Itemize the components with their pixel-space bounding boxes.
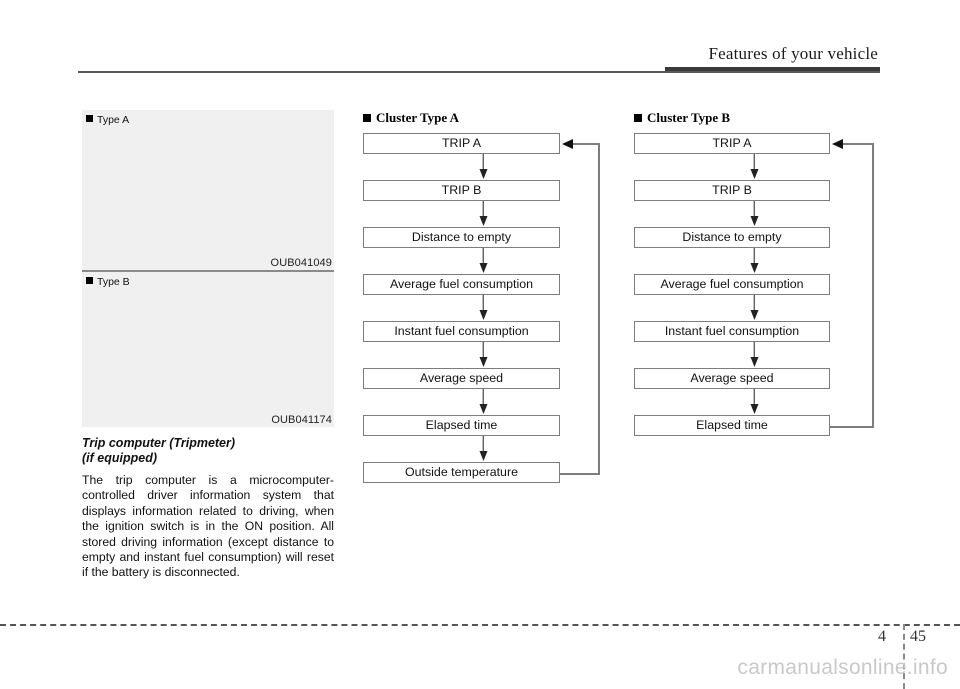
cluster-type-a-flowchart: Cluster Type A TRIP A TRIP B Distance to…	[363, 110, 603, 483]
square-bullet-icon	[363, 114, 371, 122]
figure-type-a-label-text: Type A	[97, 114, 130, 126]
flow-step-box: Outside temperature	[363, 462, 560, 483]
flow-step-box: Average fuel consumption	[363, 274, 560, 295]
figure-type-b-code: OUB041174	[271, 414, 332, 426]
figure-type-b-label-text: Type B	[97, 276, 130, 288]
watermark: carmanualsonline.info	[737, 656, 948, 679]
cluster-type-b-flowchart: Cluster Type B TRIP A TRIP B Distance to…	[634, 110, 874, 436]
cluster-type-b-title-text: Cluster Type B	[647, 110, 731, 125]
footer-divider	[0, 624, 960, 626]
figure-type-a: Type A OUB041049	[82, 110, 334, 270]
square-bullet-icon	[86, 277, 93, 284]
flow-step-box: TRIP A	[363, 133, 560, 154]
page-title: Features of your vehicle	[708, 44, 878, 63]
flow-step-box: TRIP B	[363, 180, 560, 201]
flow-step-box: Average fuel consumption	[634, 274, 830, 295]
body-paragraph: The trip computer is a microcomputer-con…	[82, 473, 334, 580]
cluster-type-a-steps: TRIP A TRIP B Distance to empty Average …	[363, 133, 603, 483]
flow-step-box: Average speed	[363, 368, 560, 389]
cluster-type-b-steps: TRIP A TRIP B Distance to empty Average …	[634, 133, 874, 436]
header-rule	[78, 71, 880, 73]
page-number: 45	[910, 628, 926, 645]
figure-type-a-code: OUB041049	[270, 257, 332, 269]
flow-step-box: Elapsed time	[363, 415, 560, 436]
left-column: Type A OUB041049 Type B OUB041174 Trip c…	[82, 110, 334, 581]
flow-step-box: TRIP B	[634, 180, 830, 201]
cluster-type-a-title-text: Cluster Type A	[376, 110, 460, 125]
figure-type-b: Type B OUB041174	[82, 272, 334, 427]
chapter-number: 4	[878, 628, 886, 645]
cluster-type-a-title: Cluster Type A	[363, 110, 603, 126]
figure-type-b-label: Type B	[86, 276, 130, 288]
figure-type-a-label: Type A	[86, 114, 129, 126]
square-bullet-icon	[86, 115, 93, 122]
section-heading: Trip computer (Tripmeter) (if equipped)	[82, 436, 236, 465]
cluster-type-b-title: Cluster Type B	[634, 110, 874, 126]
flow-step-box: Instant fuel consumption	[634, 321, 830, 342]
flow-step-box: Distance to empty	[634, 227, 830, 248]
flow-step-box: Elapsed time	[634, 415, 830, 436]
flow-step-box: TRIP A	[634, 133, 830, 154]
flow-step-box: Distance to empty	[363, 227, 560, 248]
flow-step-box: Average speed	[634, 368, 830, 389]
square-bullet-icon	[634, 114, 642, 122]
flow-step-box: Instant fuel consumption	[363, 321, 560, 342]
